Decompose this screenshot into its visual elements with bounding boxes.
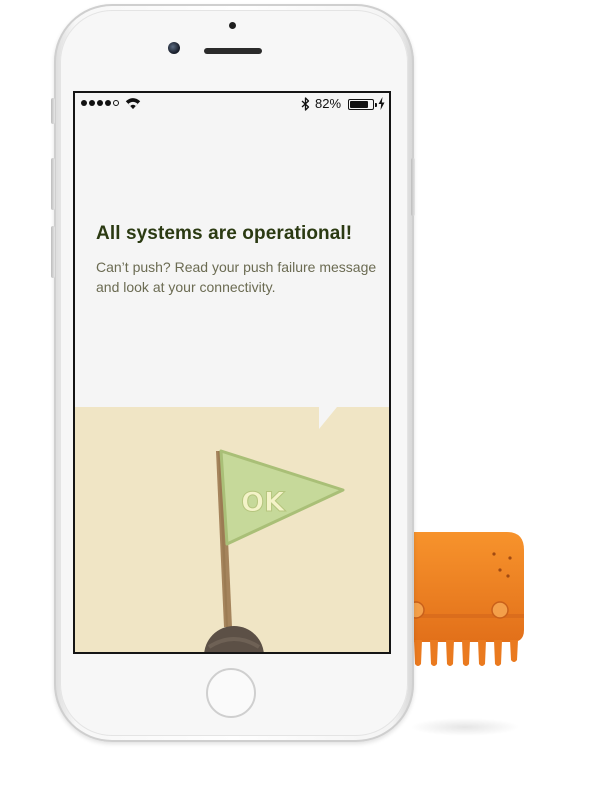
battery-percentage: 82% (315, 96, 342, 111)
flag-ok-label: OK (241, 487, 286, 518)
home-button[interactable] (206, 668, 256, 718)
battery-icon (348, 99, 377, 110)
lightning-bolt-icon (378, 97, 385, 110)
bluetooth-icon (301, 97, 310, 111)
proximity-sensor (229, 22, 236, 29)
volume-down-button[interactable] (51, 226, 55, 278)
app-stage: 82% All systems are operational! Can’t p… (0, 0, 592, 810)
mute-switch[interactable] (51, 98, 55, 124)
status-description: Can’t push? Read your push failure messa… (96, 259, 377, 295)
front-camera (168, 42, 180, 54)
volume-up-button[interactable] (51, 158, 55, 210)
mascot-shadow (410, 718, 520, 736)
ok-flag-illustration: OK (75, 407, 389, 652)
phone-screen: 82% All systems are operational! Can’t p… (73, 91, 391, 654)
status-bar: 82% (75, 93, 389, 115)
status-headline: All systems are operational! (96, 223, 353, 244)
wifi-icon (125, 98, 141, 109)
battery-level-fill (350, 101, 369, 108)
power-button[interactable] (411, 158, 415, 216)
earpiece-speaker (204, 48, 262, 54)
signal-strength-icon (81, 100, 119, 106)
